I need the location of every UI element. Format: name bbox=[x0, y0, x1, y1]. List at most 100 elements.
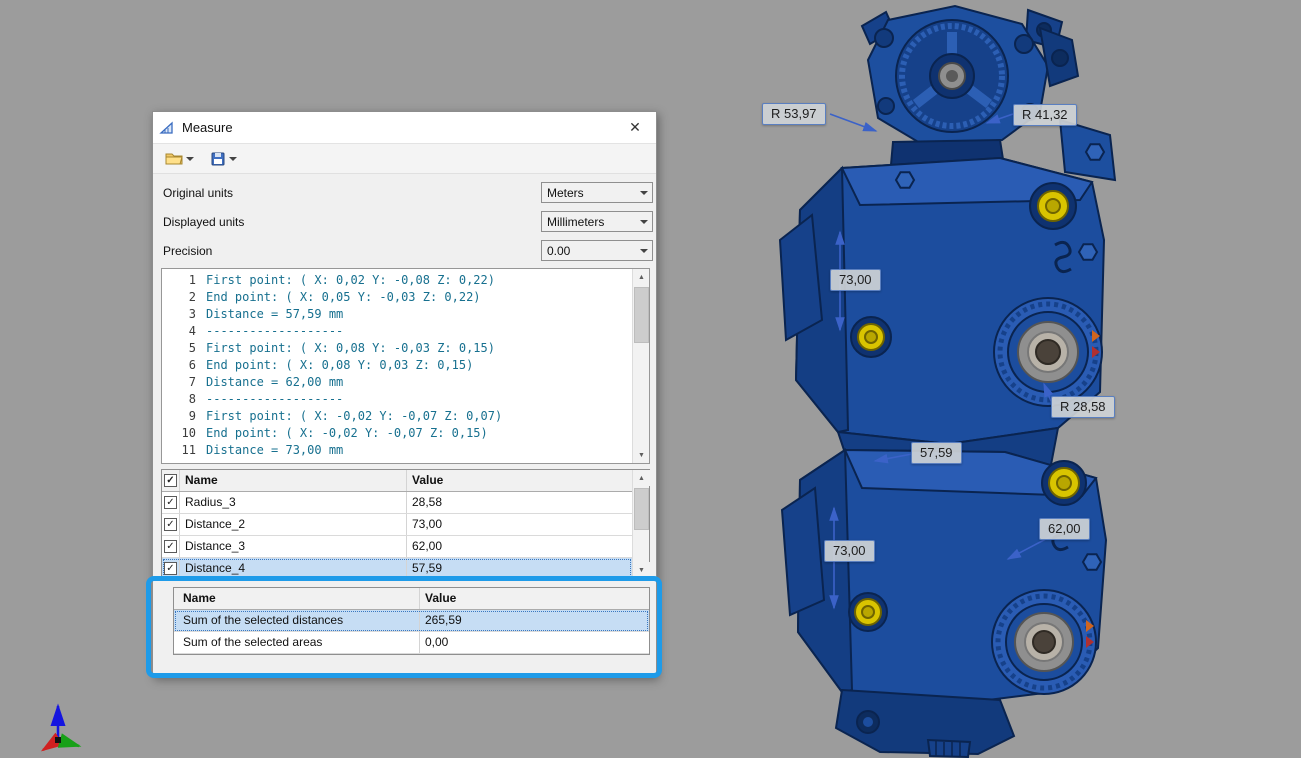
row-checkbox[interactable]: ✓ bbox=[164, 562, 177, 575]
form-row-displayed-units: Displayed units Millimeters bbox=[153, 207, 656, 236]
log-scrollbar[interactable]: ▲ ▼ bbox=[632, 269, 649, 463]
measure-icon bbox=[159, 120, 175, 136]
row-checkbox[interactable]: ✓ bbox=[164, 540, 177, 553]
plug-upper-right[interactable] bbox=[1030, 183, 1076, 229]
original-units-value: Meters bbox=[542, 186, 636, 200]
results-table-header: ✓ Name Value bbox=[162, 470, 632, 492]
measure-name: Distance_3 bbox=[180, 536, 407, 557]
line-number: 10 bbox=[162, 425, 196, 442]
summary-row-distances[interactable]: Sum of the selected distances 265,59 bbox=[174, 610, 649, 632]
save-dropdown-caret[interactable] bbox=[229, 157, 237, 161]
scroll-up-icon[interactable]: ▲ bbox=[633, 269, 650, 285]
log-line: 10 End point: ( X: -0,02 Y: -0,07 Z: 0,15… bbox=[162, 425, 632, 442]
line-text: Distance = 62,00 mm bbox=[206, 374, 343, 391]
scroll-up-icon[interactable]: ▲ bbox=[633, 470, 650, 486]
table-row-distance-4[interactable]: ✓ Distance_4 57,59 bbox=[162, 558, 632, 580]
row-checkbox[interactable]: ✓ bbox=[164, 496, 177, 509]
dialog-titlebar[interactable]: Measure ✕ bbox=[153, 112, 656, 144]
precision-select[interactable]: 0.00 bbox=[541, 240, 653, 261]
summary-name: Sum of the selected distances bbox=[174, 610, 420, 631]
line-number: 5 bbox=[162, 340, 196, 357]
line-number: 6 bbox=[162, 357, 196, 374]
checkbox-cell: ✓ bbox=[162, 536, 180, 557]
dialog-toolbar bbox=[153, 144, 656, 174]
plug-lower-left[interactable] bbox=[849, 593, 887, 631]
column-header-name[interactable]: Name bbox=[174, 588, 420, 609]
scroll-down-icon[interactable]: ▼ bbox=[633, 447, 650, 463]
summary-table: Name Value Sum of the selected distances… bbox=[173, 587, 650, 655]
line-number: 3 bbox=[162, 306, 196, 323]
log-lines: 1First point: ( X: 0,02 Y: -0,08 Z: 0,22… bbox=[162, 272, 632, 459]
original-units-label: Original units bbox=[163, 186, 233, 200]
displayed-units-label: Displayed units bbox=[163, 215, 244, 229]
dimension-callout-62-00[interactable]: 62,00 bbox=[1039, 518, 1090, 540]
column-header-value[interactable]: Value bbox=[420, 588, 649, 609]
results-scrollbar[interactable]: ▲ ▼ bbox=[632, 470, 649, 578]
column-header-value[interactable]: Value bbox=[407, 470, 632, 491]
plug-upper-left[interactable] bbox=[851, 317, 891, 357]
chevron-down-icon[interactable] bbox=[636, 212, 652, 231]
chevron-down-icon[interactable] bbox=[636, 183, 652, 202]
summary-name: Sum of the selected areas bbox=[174, 632, 420, 653]
line-text: End point: ( X: 0,08 Y: 0,03 Z: 0,15) bbox=[206, 357, 473, 374]
summary-row-areas[interactable]: Sum of the selected areas 0,00 bbox=[174, 632, 649, 654]
bottom-flange[interactable] bbox=[836, 690, 1014, 757]
line-text: ------------------- bbox=[206, 391, 343, 408]
save-button[interactable] bbox=[210, 151, 237, 167]
table-row-radius-3[interactable]: ✓ Radius_3 28,58 bbox=[162, 492, 632, 514]
table-row-distance-2[interactable]: ✓ Distance_2 73,00 bbox=[162, 514, 632, 536]
log-line: 4------------------- bbox=[162, 323, 632, 340]
open-dropdown-caret[interactable] bbox=[186, 157, 194, 161]
log-scroll-thumb[interactable] bbox=[634, 287, 649, 343]
line-number: 7 bbox=[162, 374, 196, 391]
open-button[interactable] bbox=[165, 151, 194, 166]
displayed-units-value: Millimeters bbox=[542, 215, 636, 229]
line-number: 4 bbox=[162, 323, 196, 340]
dialog-title: Measure bbox=[182, 120, 233, 135]
scroll-down-icon[interactable]: ▼ bbox=[633, 562, 650, 578]
precision-label: Precision bbox=[163, 244, 212, 258]
line-text: First point: ( X: -0,02 Y: -0,07 Z: 0,07… bbox=[206, 408, 502, 425]
measurement-log[interactable]: 1First point: ( X: 0,02 Y: -0,08 Z: 0,22… bbox=[161, 268, 650, 464]
dimension-callout-radius-28-58[interactable]: R 28,58 bbox=[1051, 396, 1115, 418]
log-line: 3 Distance = 57,59 mm bbox=[162, 306, 632, 323]
log-line: 11Distance = 73,00 mm bbox=[162, 442, 632, 459]
line-text: Distance = 73,00 mm bbox=[206, 442, 343, 459]
table-row-distance-3[interactable]: ✓ Distance_3 62,00 bbox=[162, 536, 632, 558]
log-line: 5 First point: ( X: 0,08 Y: -0,03 Z: 0,15… bbox=[162, 340, 632, 357]
measure-name: Distance_4 bbox=[180, 558, 407, 579]
application-viewport: R 53,97 R 41,32 73,00 R 28,58 57,59 62,0… bbox=[0, 0, 1301, 758]
close-button[interactable]: ✕ bbox=[620, 119, 650, 136]
results-scroll-thumb[interactable] bbox=[634, 488, 649, 530]
results-table: ✓ Name Value ✓ Radius_3 28,58 ✓ Distance… bbox=[161, 469, 650, 579]
log-line: 7 Distance = 62,00 mm bbox=[162, 374, 632, 391]
select-all-checkbox[interactable]: ✓ bbox=[164, 474, 177, 487]
measure-name: Radius_3 bbox=[180, 492, 407, 513]
line-text: Distance = 57,59 mm bbox=[206, 306, 343, 323]
summary-value: 0,00 bbox=[420, 632, 649, 653]
measure-dialog: Measure ✕ Original units bbox=[152, 111, 657, 677]
column-header-name[interactable]: Name bbox=[180, 470, 407, 491]
chevron-down-icon[interactable] bbox=[636, 241, 652, 260]
line-number: 9 bbox=[162, 408, 196, 425]
line-text: First point: ( X: 0,08 Y: -0,03 Z: 0,15) bbox=[206, 340, 495, 357]
bearing-boss-lower[interactable] bbox=[992, 590, 1096, 694]
row-checkbox[interactable]: ✓ bbox=[164, 518, 177, 531]
log-line: 6 End point: ( X: 0,08 Y: 0,03 Z: 0,15) bbox=[162, 357, 632, 374]
line-number: 1 bbox=[162, 272, 196, 289]
plug-lower-right[interactable] bbox=[1042, 461, 1086, 505]
measure-value: 28,58 bbox=[407, 492, 632, 513]
bearing-boss-upper[interactable] bbox=[994, 298, 1102, 406]
form-row-original-units: Original units Meters bbox=[153, 178, 656, 207]
dimension-callout-73-00-lower[interactable]: 73,00 bbox=[824, 540, 875, 562]
original-units-select[interactable]: Meters bbox=[541, 182, 653, 203]
dimension-callout-73-00-upper[interactable]: 73,00 bbox=[830, 269, 881, 291]
line-number: 2 bbox=[162, 289, 196, 306]
log-line: 9 First point: ( X: -0,02 Y: -0,07 Z: 0,0… bbox=[162, 408, 632, 425]
line-text: End point: ( X: -0,02 Y: -0,07 Z: 0,15) bbox=[206, 425, 488, 442]
displayed-units-select[interactable]: Millimeters bbox=[541, 211, 653, 232]
dimension-callout-57-59[interactable]: 57,59 bbox=[911, 442, 962, 464]
log-line: 1First point: ( X: 0,02 Y: -0,08 Z: 0,22… bbox=[162, 272, 632, 289]
dimension-callout-radius-53-97[interactable]: R 53,97 bbox=[762, 103, 826, 125]
dimension-callout-radius-41-32[interactable]: R 41,32 bbox=[1013, 104, 1077, 126]
